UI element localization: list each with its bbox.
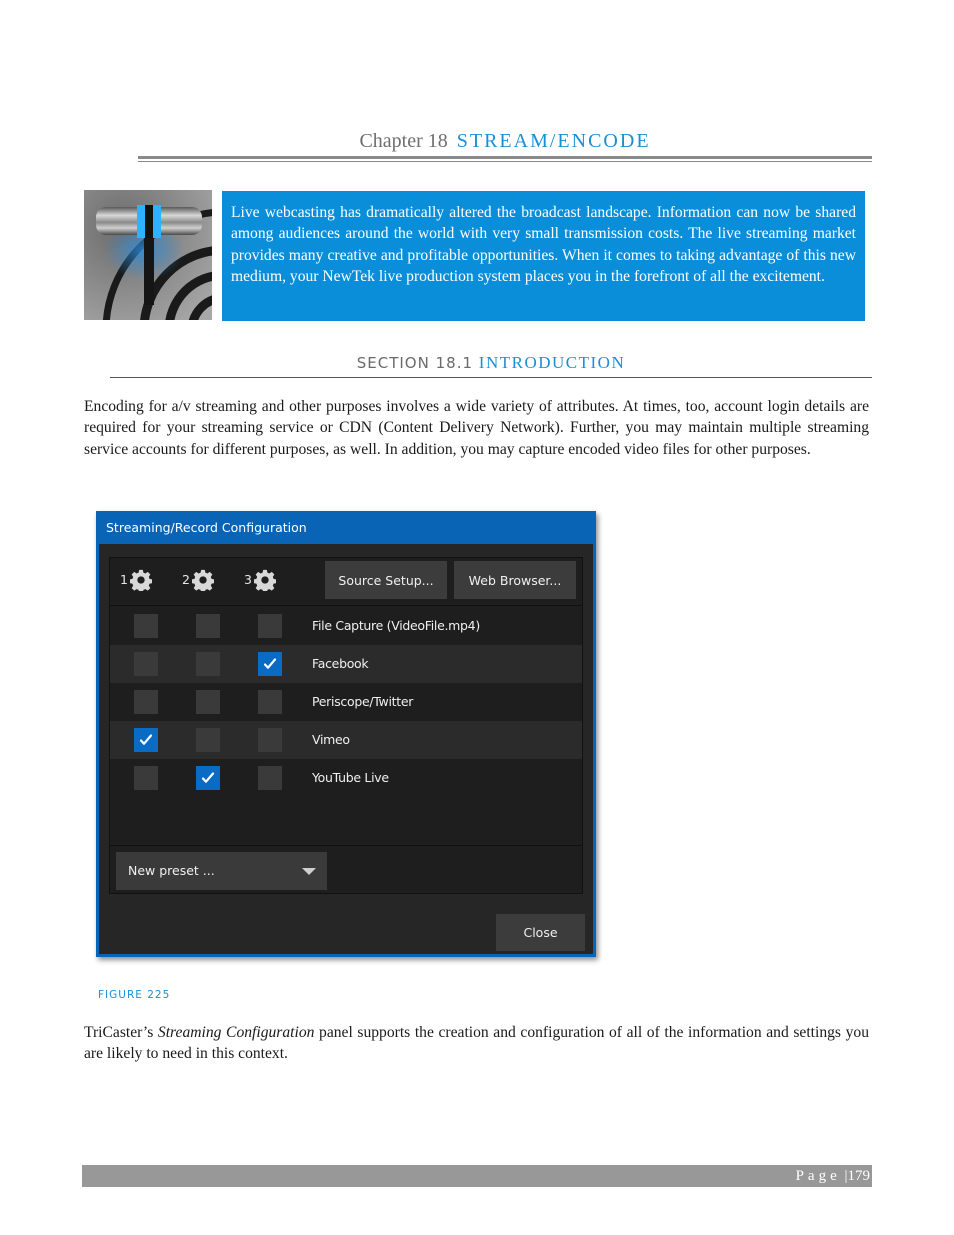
- checkmark-icon: [263, 658, 277, 669]
- page-footer: Page |179: [82, 1165, 872, 1187]
- page-number: 179: [847, 1168, 871, 1184]
- encoder-1-config[interactable]: 1: [120, 569, 153, 593]
- chevron-down-icon: [302, 868, 316, 875]
- encoder-3-checkbox[interactable]: [258, 614, 282, 638]
- encoder-2-config[interactable]: 2: [182, 569, 215, 593]
- encoder-2-checkbox[interactable]: [196, 728, 220, 752]
- source-setup-button[interactable]: Source Setup...: [325, 561, 447, 599]
- encoder-1-checkbox[interactable]: [134, 766, 158, 790]
- checkmark-icon: [201, 772, 215, 783]
- figure-caption: FIGURE 225: [98, 989, 171, 1001]
- encoder-1-checkbox[interactable]: [134, 728, 158, 752]
- dialog-body: 1 2 3 Source Setup... Web Browser... Fil…: [99, 544, 593, 954]
- chapter-rule-thin: [138, 161, 872, 162]
- page-word: Page: [795, 1168, 841, 1184]
- destination-name: File Capture (VideoFile.mp4): [312, 618, 480, 633]
- close-button[interactable]: Close: [496, 914, 585, 951]
- destination-name: Facebook: [312, 656, 369, 671]
- preset-divider: [110, 845, 582, 846]
- encoder-label: 2: [182, 572, 190, 587]
- preset-value: New preset ...: [128, 863, 215, 878]
- encoder-3-config[interactable]: 3: [244, 569, 277, 593]
- encoder-2-checkbox[interactable]: [196, 690, 220, 714]
- encoder-2-checkbox[interactable]: [196, 614, 220, 638]
- destination-row: Vimeo: [110, 721, 582, 759]
- para-text-before: TriCaster’s: [84, 1024, 158, 1041]
- encoder-3-checkbox[interactable]: [258, 652, 282, 676]
- chapter-heading: Chapter 18 STREAM/ENCODE: [138, 128, 872, 154]
- page-number-label: Page |179: [796, 1167, 870, 1185]
- web-browser-button[interactable]: Web Browser...: [454, 561, 576, 599]
- chapter-intro-box: Live webcasting has dramatically altered…: [222, 191, 865, 321]
- preset-dropdown[interactable]: New preset ...: [116, 852, 327, 890]
- destination-row: Facebook: [110, 645, 582, 683]
- intro-text: Live webcasting has dramatically altered…: [231, 204, 856, 285]
- section-title: INTRODUCTION: [478, 353, 626, 372]
- chapter-prefix: Chapter 18: [359, 130, 448, 152]
- intro-paragraph: Encoding for a/v streaming and other pur…: [84, 398, 869, 458]
- gear-icon[interactable]: [129, 569, 153, 593]
- destination-row: Periscope/Twitter: [110, 683, 582, 721]
- checkmark-icon: [139, 734, 153, 745]
- chapter-title: STREAM/ENCODE: [456, 130, 651, 152]
- encoder-1-checkbox[interactable]: [134, 690, 158, 714]
- destination-name: Vimeo: [312, 732, 350, 747]
- destination-name: YouTube Live: [312, 770, 389, 785]
- gear-icon[interactable]: [191, 569, 215, 593]
- destination-row: File Capture (VideoFile.mp4): [110, 607, 582, 645]
- destinations-panel: 1 2 3 Source Setup... Web Browser... Fil…: [109, 557, 583, 894]
- encoder-3-checkbox[interactable]: [258, 690, 282, 714]
- encoder-2-checkbox[interactable]: [196, 766, 220, 790]
- gear-icon[interactable]: [253, 569, 277, 593]
- destination-name: Periscope/Twitter: [312, 694, 414, 709]
- encoder-2-checkbox[interactable]: [196, 652, 220, 676]
- tbar-fader-icon: [84, 190, 212, 320]
- streaming-config-dialog: Streaming/Record Configuration 1 2 3 Sou…: [96, 511, 596, 957]
- dialog-title: Streaming/Record Configuration: [106, 520, 307, 535]
- encoder-3-checkbox[interactable]: [258, 728, 282, 752]
- encoder-label: 1: [120, 572, 128, 587]
- section-rule: [110, 377, 872, 378]
- encoder-1-checkbox[interactable]: [134, 614, 158, 638]
- chapter-rule: [138, 156, 872, 159]
- header-divider: [110, 605, 582, 606]
- encoder-label: 3: [244, 572, 252, 587]
- encoder-3-checkbox[interactable]: [258, 766, 282, 790]
- section-heading: SECTION 18.1 INTRODUCTION: [110, 353, 872, 373]
- body-paragraph: TriCaster’s Streaming Configuration pane…: [84, 1022, 869, 1065]
- destination-row: YouTube Live: [110, 759, 582, 797]
- panel-name: Streaming Configuration: [157, 1024, 315, 1041]
- section-prefix: SECTION 18.1: [356, 354, 474, 372]
- encoder-1-checkbox[interactable]: [134, 652, 158, 676]
